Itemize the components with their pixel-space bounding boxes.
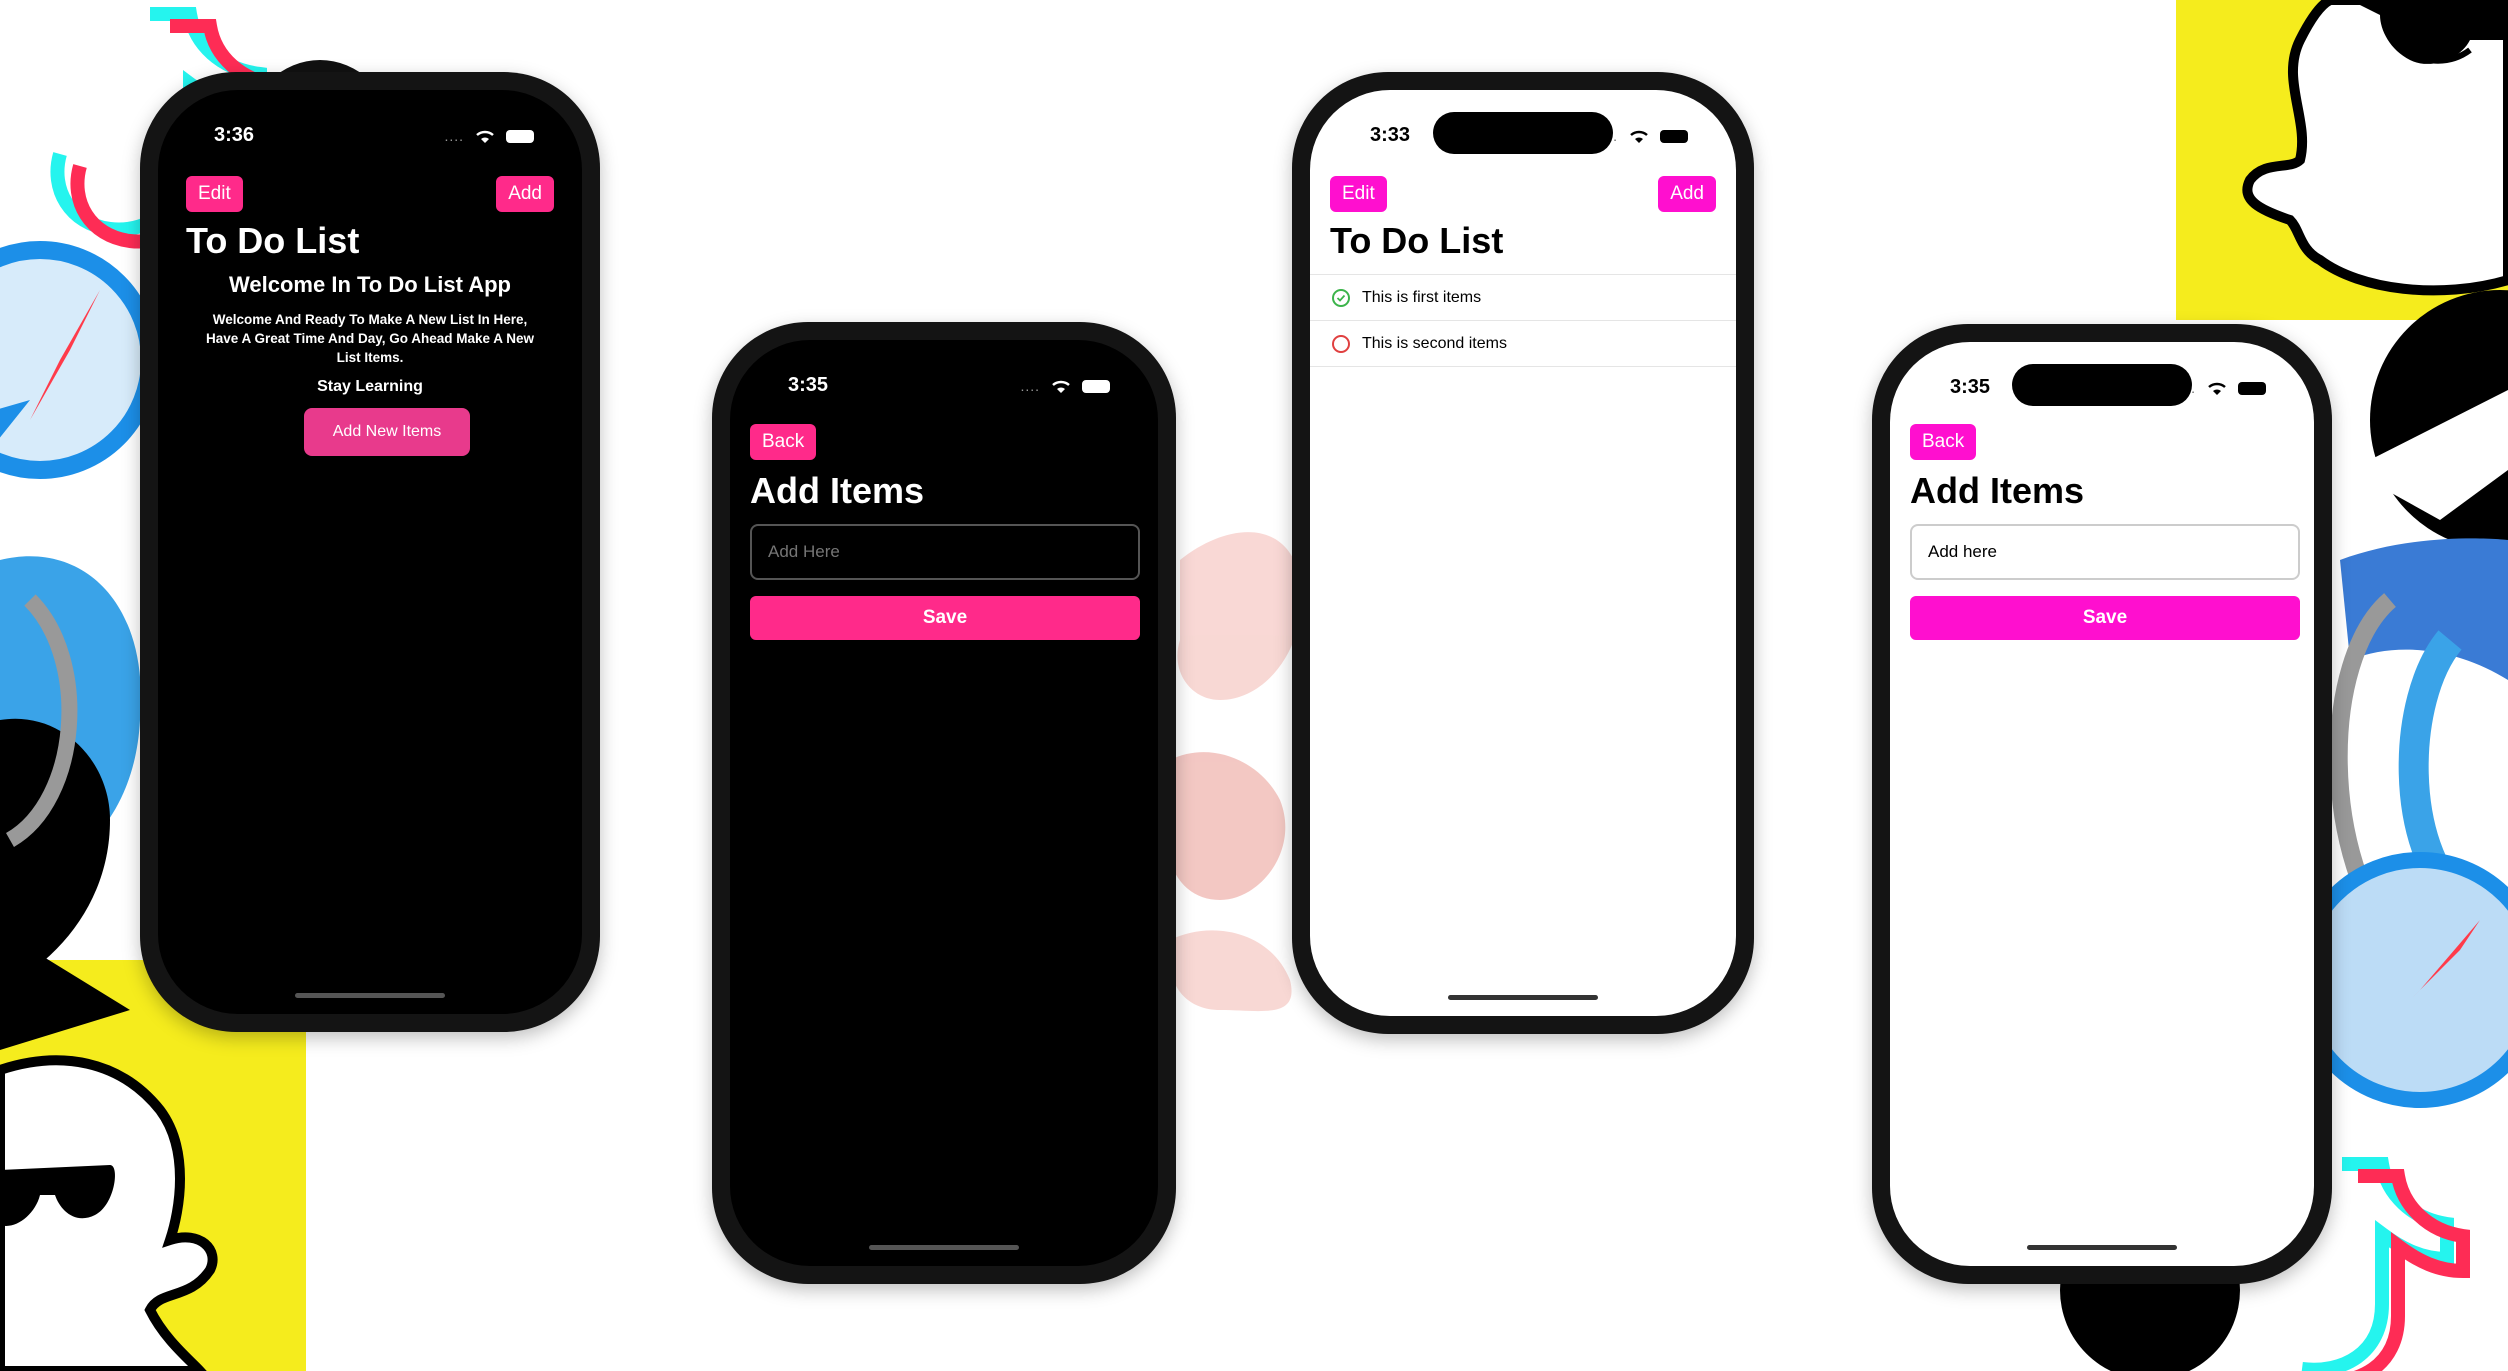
phone-add-dark: 3:35 .... Back Add Items Save xyxy=(712,322,1176,1284)
dynamic-island xyxy=(2012,364,2192,406)
phone-todo-dark: 3:36 .... Edit Add To Do List Welcome In… xyxy=(140,72,600,1032)
phone-todo-light: 3:33 .... Edit Add To Do List This is fi… xyxy=(1292,72,1754,1034)
status-time: 3:33 xyxy=(1370,124,1411,146)
status-icons: .... xyxy=(444,128,534,144)
home-indicator xyxy=(2027,1245,2177,1250)
signal-icon: .... xyxy=(2176,380,2196,396)
status-icons: .... xyxy=(2176,380,2266,396)
save-button[interactable]: Save xyxy=(1910,596,2300,640)
battery-icon xyxy=(2238,381,2266,395)
home-indicator xyxy=(869,1245,1019,1250)
status-icons: .... xyxy=(1598,128,1688,144)
list-item[interactable]: This is second items xyxy=(1310,321,1736,367)
signal-icon: .... xyxy=(1020,378,1040,394)
signal-icon: .... xyxy=(1598,128,1618,144)
add-new-items-button[interactable]: Add New Items xyxy=(304,408,470,456)
welcome-body: Welcome And Ready To Make A New List In … xyxy=(205,312,535,365)
wifi-icon xyxy=(476,130,494,143)
add-button[interactable]: Add xyxy=(1658,176,1716,212)
checkmark-circle-icon[interactable] xyxy=(1332,288,1350,307)
status-time: 3:35 xyxy=(788,374,829,396)
page-title: Add Items xyxy=(750,470,925,511)
stay-learning-text: Stay Learning xyxy=(317,378,423,395)
back-button[interactable]: Back xyxy=(750,424,817,460)
dynamic-island xyxy=(1433,112,1613,154)
welcome-heading: Welcome In To Do List App xyxy=(229,272,511,297)
list-item-label: This is second items xyxy=(1362,334,1507,352)
wifi-icon xyxy=(1630,130,1648,143)
safari-icon xyxy=(0,241,159,479)
status-icons: .... xyxy=(1020,378,1110,394)
signal-icon: .... xyxy=(444,128,464,144)
screen: 3:33 .... Edit Add To Do List This is fi… xyxy=(1310,90,1736,1016)
screen: 3:35 .... Back Add Items Save xyxy=(730,340,1158,1266)
screen: 3:35 .... Back Add Items Save xyxy=(1890,342,2314,1266)
back-button[interactable]: Back xyxy=(1910,424,1977,460)
decorative-lettering xyxy=(1167,532,1302,1012)
telegram-icon xyxy=(2350,290,2508,550)
home-indicator xyxy=(1448,995,1598,1000)
screen: 3:36 .... Edit Add To Do List Welcome In… xyxy=(158,90,582,1014)
page-title: To Do List xyxy=(186,220,360,261)
wifi-icon xyxy=(2208,382,2226,395)
list-item-label: This is first items xyxy=(1362,288,1482,306)
edit-button[interactable]: Edit xyxy=(1330,176,1387,212)
status-time: 3:36 xyxy=(214,124,255,146)
list-item[interactable]: This is first items xyxy=(1310,275,1736,321)
battery-icon xyxy=(506,129,534,143)
save-button[interactable]: Save xyxy=(750,596,1140,640)
page-title: Add Items xyxy=(1910,470,2085,511)
add-button[interactable]: Add xyxy=(496,176,554,212)
add-item-input[interactable] xyxy=(750,524,1140,580)
status-time: 3:35 xyxy=(1950,376,1991,398)
add-item-input[interactable] xyxy=(1910,524,2300,580)
battery-icon xyxy=(1660,129,1688,143)
page-title: To Do List xyxy=(1330,220,1504,261)
home-indicator xyxy=(295,993,445,998)
wifi-icon xyxy=(1052,380,1070,393)
battery-icon xyxy=(1082,379,1110,393)
threads-icon xyxy=(0,556,141,990)
todo-list: This is first items This is second items xyxy=(1310,274,1736,367)
empty-circle-icon[interactable] xyxy=(1332,334,1350,353)
phone-add-light: 3:35 .... Back Add Items Save xyxy=(1872,324,2332,1284)
edit-button[interactable]: Edit xyxy=(186,176,243,212)
